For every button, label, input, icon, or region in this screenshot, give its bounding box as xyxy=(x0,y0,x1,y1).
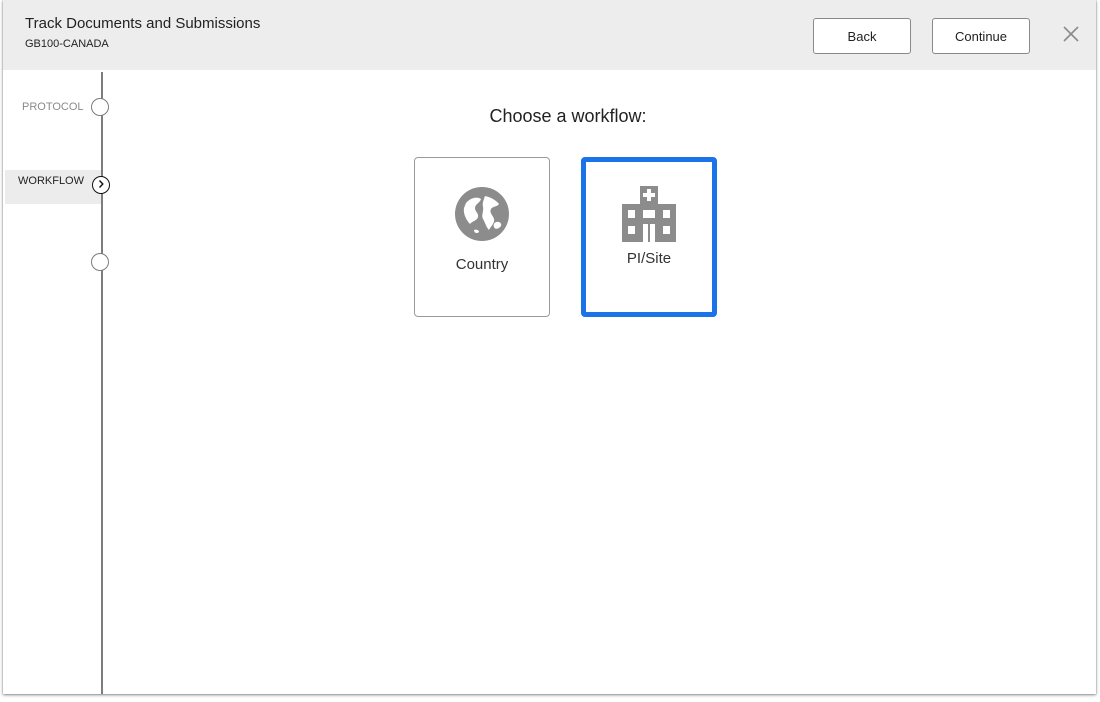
step-marker-workflow[interactable] xyxy=(92,176,110,194)
workflow-option-pi-site[interactable]: PI/Site xyxy=(581,157,717,317)
dialog-header: Track Documents and Submissions GB100-CA… xyxy=(3,0,1096,70)
page-title: Choose a workflow: xyxy=(489,106,647,126)
step-marker-next[interactable] xyxy=(91,253,109,271)
step-label-workflow[interactable]: WORKFLOW xyxy=(18,175,84,187)
chevron-right-icon xyxy=(96,176,106,194)
continue-button[interactable]: Continue xyxy=(932,18,1030,54)
close-icon[interactable] xyxy=(1061,24,1081,44)
stepper-line xyxy=(101,72,103,694)
workflow-option-label: PI/Site xyxy=(626,250,672,267)
globe-icon xyxy=(454,186,510,247)
hospital-icon xyxy=(622,186,676,247)
dialog-title: Track Documents and Submissions xyxy=(25,15,261,32)
back-button[interactable]: Back xyxy=(813,18,911,54)
dialog-window: Track Documents and Submissions GB100-CA… xyxy=(3,0,1096,694)
workflow-option-country[interactable]: Country xyxy=(414,157,550,317)
workflow-option-label: Country xyxy=(455,256,509,273)
dialog-subtitle: GB100-CANADA xyxy=(25,38,109,50)
